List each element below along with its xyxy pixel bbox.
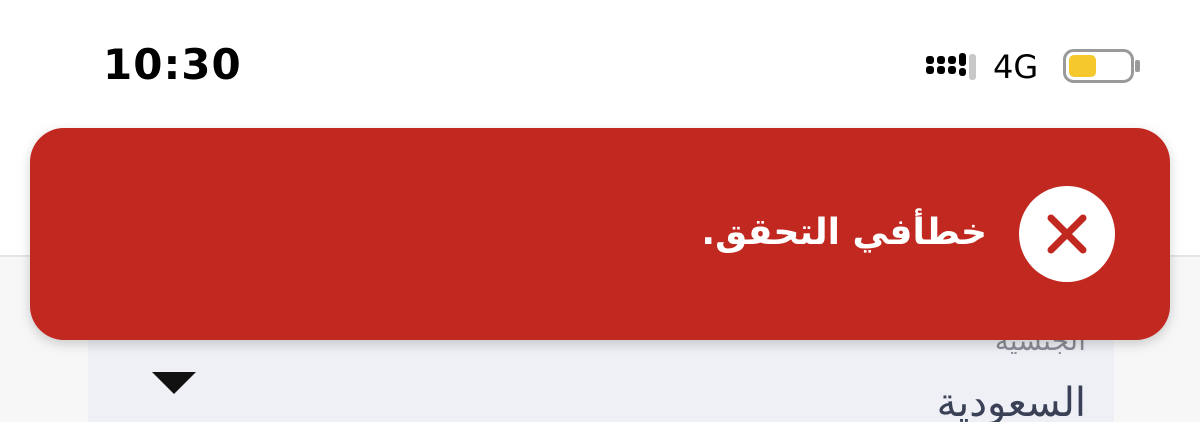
network-type: 4G [993,48,1039,86]
error-toast[interactable]: خطأفي التحقق. [30,128,1170,340]
toast-message: خطأفي التحقق. [701,212,987,253]
app-screen: 10:30 4G الجنسية السعودية خطأفي التحقق. [0,0,1200,422]
nationality-value: السعودية [936,380,1086,422]
signal-bars-icon [926,52,978,82]
close-icon[interactable] [1019,186,1115,282]
status-bar: 10:30 4G [0,0,1200,130]
status-time: 10:30 [103,40,242,89]
dropdown-arrow-icon[interactable] [152,372,196,394]
battery-icon [1063,49,1141,83]
